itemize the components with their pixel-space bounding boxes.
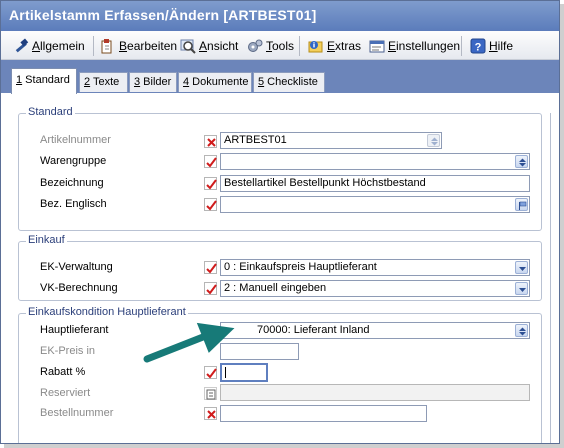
group-standard-title: Standard <box>26 106 75 118</box>
reserviert-field <box>220 384 530 401</box>
vk-berechnung-select[interactable]: 2 : Manuell eingeben <box>220 280 530 297</box>
menu-tools-label: Tools <box>266 39 295 53</box>
ek-preis-label: EK-Preis in <box>40 345 96 357</box>
menu-ansicht[interactable]: Ansicht <box>180 36 238 56</box>
bez-englisch-flag[interactable] <box>204 198 217 211</box>
group-einkaufskondition-title: Einkaufskondition Hauptlieferant <box>26 306 188 318</box>
vk-berechnung-label: VK-Berechnung <box>40 282 118 294</box>
bez-englisch-field[interactable] <box>220 196 530 213</box>
tab-texte-label: Texte <box>90 76 120 88</box>
artikelnummer-label: Artikelnummer <box>40 134 111 146</box>
toolbar-separator <box>299 36 300 56</box>
menu-allgemein-label: Allgemein <box>32 39 85 53</box>
menu-bearbeiten-label: Bearbeiten <box>119 39 178 53</box>
vk-berechnung-value: 2 : Manuell eingeben <box>224 282 327 294</box>
hauptlieferant-value: 70000: Lieferant Inland <box>257 324 370 336</box>
rabatt-label: Rabatt % <box>40 366 86 378</box>
toolbar-separator <box>461 36 462 56</box>
artikelnummer-value: ARTBEST01 <box>224 134 287 146</box>
magnifier-icon <box>180 38 196 54</box>
warengruppe-select[interactable] <box>220 153 530 170</box>
bestellnummer-field[interactable] <box>220 405 427 422</box>
bez-englisch-label: Bez. Englisch <box>40 198 107 210</box>
group-standard: Standard <box>18 106 542 231</box>
group-einkauf-title: Einkauf <box>26 234 67 246</box>
hauptlieferant-select[interactable]: 70000: Lieferant Inland <box>220 322 530 339</box>
tab-bilder-label: Bilder <box>140 76 172 88</box>
window-title: Artikelstamm Erfassen/Ändern [ARTBEST01] <box>1 1 559 31</box>
tab-texte[interactable]: 2 Texte <box>79 72 128 92</box>
menu-extras-label: Extras <box>327 39 362 53</box>
warengruppe-flag[interactable] <box>204 155 217 168</box>
ek-verwaltung-select[interactable]: 0 : Einkaufspreis Hauptlieferant <box>220 259 530 276</box>
translate-flag-icon[interactable] <box>515 198 528 211</box>
tab-dokumente-label: Dokumente <box>189 76 249 88</box>
menu-hilfe[interactable]: ? Hilfe <box>470 36 513 56</box>
tab-strip: 1 Standard 2 Texte 3 Bilder 4 Dokumente … <box>1 60 559 94</box>
bezeichnung-label: Bezeichnung <box>40 177 104 189</box>
ek-verwaltung-label: EK-Verwaltung <box>40 261 113 273</box>
artikelnummer-spinner[interactable] <box>427 134 440 147</box>
ek-verwaltung-value: 0 : Einkaufspreis Hauptlieferant <box>224 261 377 273</box>
note-icon[interactable] <box>204 387 217 400</box>
artikelnummer-field[interactable]: ARTBEST01 <box>220 132 442 149</box>
menu-hilfe-label: Hilfe <box>489 39 514 53</box>
warengruppe-label: Warengruppe <box>40 155 107 167</box>
reserviert-label: Reserviert <box>40 387 91 399</box>
chevron-down-icon[interactable] <box>515 282 528 295</box>
bezeichnung-value: Bestellartikel Bestellpunkt Höchstbestan… <box>224 177 426 189</box>
article-master-window: Artikelstamm Erfassen/Ändern [ARTBEST01]… <box>0 0 560 444</box>
bestellnummer-flag[interactable] <box>204 407 217 420</box>
tab-checkliste-label: Checkliste <box>264 76 318 88</box>
bezeichnung-flag[interactable] <box>204 177 217 190</box>
hauptlieferant-label: Hauptlieferant <box>40 324 109 336</box>
vk-berechnung-flag[interactable] <box>204 282 217 295</box>
menu-toolbar: Allgemein Bearbeiten Ansicht Tools Extra… <box>1 31 559 60</box>
menu-tools[interactable]: Tools <box>247 36 294 56</box>
hauptlieferant-spinner[interactable] <box>515 324 528 337</box>
help-icon: ? <box>470 38 486 54</box>
menu-ansicht-label: Ansicht <box>199 39 239 53</box>
toolbar-separator <box>93 36 94 56</box>
bestellnummer-label: Bestellnummer <box>40 407 114 419</box>
menu-extras[interactable]: Extras <box>308 36 361 56</box>
menu-bearbeiten[interactable]: Bearbeiten <box>100 36 177 56</box>
tab-checkliste[interactable]: 5 Checkliste <box>253 72 325 92</box>
tab-bilder[interactable]: 3 Bilder <box>129 72 177 92</box>
gears-icon <box>247 38 263 54</box>
artikelnummer-flag[interactable] <box>204 135 217 148</box>
info-folder-icon <box>308 38 324 54</box>
warengruppe-spinner[interactable] <box>515 155 528 168</box>
annotation-arrow <box>143 322 235 363</box>
tab-standard-label: Standard <box>22 74 70 86</box>
menu-einstellungen-label: Einstellungen <box>388 39 461 53</box>
settings-window-icon <box>369 38 385 54</box>
chevron-down-icon[interactable] <box>515 261 528 274</box>
panel-divider <box>550 113 551 443</box>
hammer-icon <box>13 38 29 54</box>
tab-standard[interactable]: 1 Standard <box>11 68 77 94</box>
svg-text:?: ? <box>475 42 482 54</box>
ek-verwaltung-flag[interactable] <box>204 261 217 274</box>
menu-einstellungen[interactable]: Einstellungen <box>369 36 460 56</box>
edit-icon <box>100 38 116 54</box>
tab-dokumente[interactable]: 4 Dokumente <box>178 72 252 92</box>
bezeichnung-field[interactable]: Bestellartikel Bestellpunkt Höchstbestan… <box>220 175 530 192</box>
menu-allgemein[interactable]: Allgemein <box>13 36 85 56</box>
